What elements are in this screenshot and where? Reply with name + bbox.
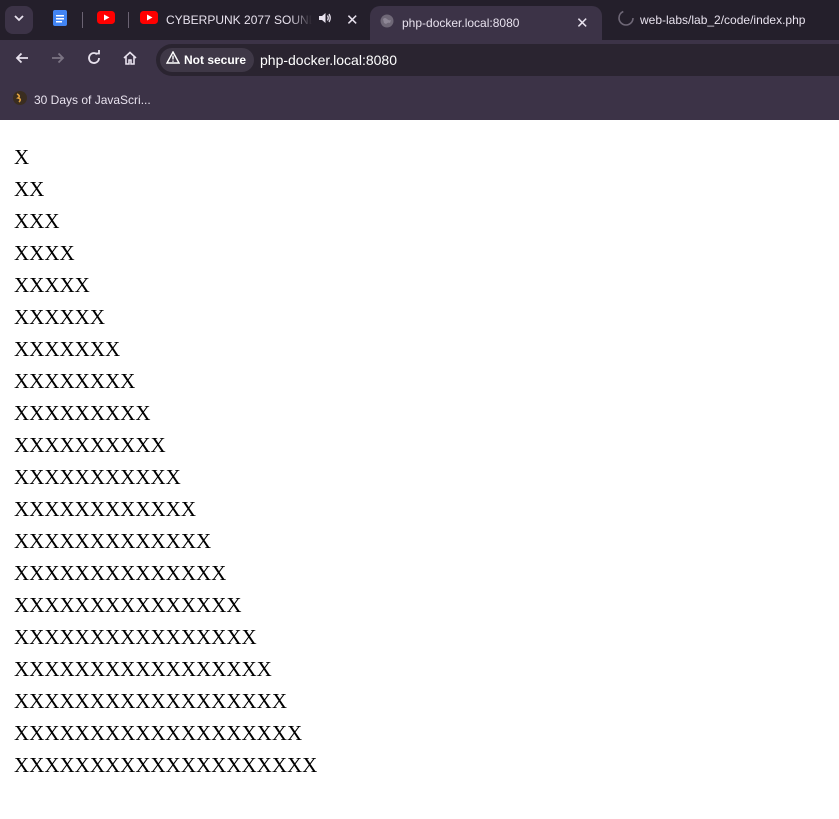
- reload-button[interactable]: [84, 49, 104, 71]
- text-line: XXXXX: [14, 273, 90, 297]
- text-line: XXXXXXXXXXXXXXXX: [14, 625, 257, 649]
- reload-icon: [86, 49, 102, 71]
- tab-strip: CYBERPUNK 2077 SOUNDTRACK ✕ php-docker.l…: [0, 0, 839, 40]
- close-icon[interactable]: ✕: [576, 16, 589, 31]
- youtube-icon: [140, 11, 158, 29]
- tab-cyberpunk[interactable]: CYBERPUNK 2077 SOUNDTRACK ✕: [138, 0, 364, 40]
- tab-title: php-docker.local:8080: [402, 16, 520, 30]
- chevron-down-icon: [13, 11, 25, 29]
- bookmark-item[interactable]: 30 Days of JavaScri...: [12, 90, 151, 110]
- bookmark-label: 30 Days of JavaScri...: [34, 93, 151, 107]
- text-line: XXXXXXXXXX: [14, 433, 166, 457]
- back-button[interactable]: [12, 50, 32, 70]
- security-chip[interactable]: Not secure: [160, 48, 255, 72]
- text-line: XXXX: [14, 241, 75, 265]
- home-button[interactable]: [120, 50, 140, 70]
- youtube-icon: [97, 11, 115, 29]
- page-content: X XX XXX XXXX XXXXX XXXXXX XXXXXXX XXXXX…: [0, 120, 839, 781]
- text-line: XXXXXXXXXXX: [14, 465, 181, 489]
- url-text[interactable]: php-docker.local:8080: [260, 52, 397, 68]
- bookmarks-bar: 30 Days of JavaScri...: [0, 80, 839, 120]
- javascript-bookmark-icon: [12, 90, 28, 111]
- tab-title: CYBERPUNK 2077 SOUNDTRACK: [166, 13, 312, 27]
- warning-icon: [165, 50, 181, 69]
- text-line: XXXXXXXXXXXXXXXXXXXX: [14, 753, 318, 777]
- text-line: X: [14, 145, 30, 169]
- text-line: XXXXXXXXXXXXXXX: [14, 593, 242, 617]
- tab-separator: [128, 12, 129, 28]
- globe-icon: [380, 14, 394, 33]
- tab-title: web-labs/lab_2/code/index.php: [640, 13, 806, 27]
- text-line: XXXXXXXXXXXXXXXXX: [14, 657, 272, 681]
- text-line: XXXXXXXX: [14, 369, 136, 393]
- tab-youtube[interactable]: [90, 0, 122, 40]
- text-line: XXXXXXXXXXXX: [14, 497, 196, 521]
- security-label: Not secure: [184, 53, 247, 67]
- home-icon: [122, 50, 138, 71]
- text-line: XXXXXXXXXXXXX: [14, 529, 212, 553]
- forward-button[interactable]: [48, 50, 68, 70]
- text-line: XXX: [14, 209, 60, 233]
- arrow-left-icon: [14, 50, 30, 71]
- toolbar: Not secure php-docker.local:8080: [0, 40, 839, 80]
- tab-github[interactable]: web-labs/lab_2/code/index.php: [614, 0, 839, 40]
- text-line: XX: [14, 177, 45, 201]
- github-icon: [618, 9, 634, 31]
- text-line: XXXXXX: [14, 305, 105, 329]
- text-line: XXXXXXX: [14, 337, 121, 361]
- browser-chrome: CYBERPUNK 2077 SOUNDTRACK ✕ php-docker.l…: [0, 0, 839, 120]
- arrow-right-icon: [50, 50, 66, 71]
- close-icon[interactable]: ✕: [346, 13, 359, 28]
- google-docs-icon: [52, 9, 68, 31]
- tab-separator: [82, 12, 83, 28]
- tab-search-button[interactable]: [5, 6, 33, 34]
- text-line: XXXXXXXXXXXXXXXXXXX: [14, 721, 303, 745]
- address-bar[interactable]: Not secure php-docker.local:8080: [156, 44, 839, 76]
- text-line: XXXXXXXXX: [14, 401, 151, 425]
- speaker-icon[interactable]: [318, 11, 332, 30]
- text-line: XXXXXXXXXXXXXXXXXX: [14, 689, 287, 713]
- tab-php-docker[interactable]: php-docker.local:8080 ✕: [370, 6, 602, 40]
- tab-docs[interactable]: [44, 0, 76, 40]
- text-line: XXXXXXXXXXXXXX: [14, 561, 227, 585]
